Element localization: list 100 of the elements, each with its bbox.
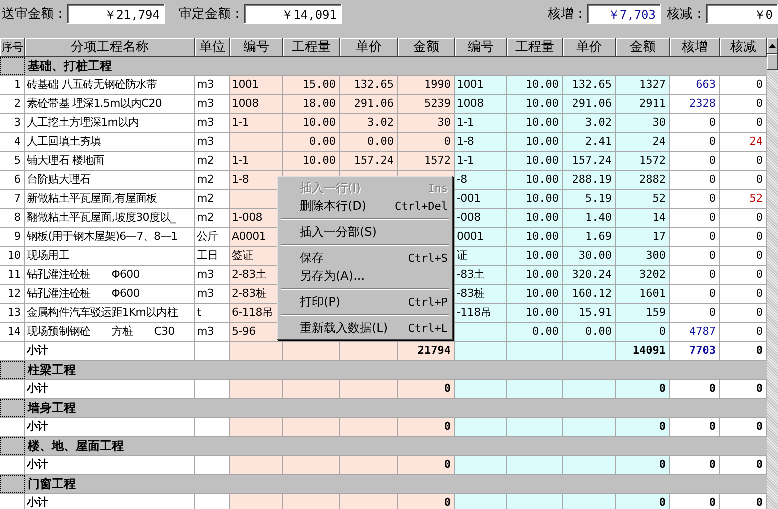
table-cell: 10.00 [507,95,563,114]
table-cell: 翻做粘土平瓦屋面,坡度30度以_ [25,209,195,228]
menu-item[interactable]: 保存 Ctrl+S [280,249,450,267]
table-cell: 0 [720,494,767,509]
row-header[interactable] [0,361,25,379]
table-cell: 1 [0,76,25,95]
table-cell: 13 [0,304,25,323]
table-cell: m3 [195,285,230,304]
table-cell: 小计 [25,380,195,399]
menu-item[interactable]: 插入一分部(S) [280,223,450,241]
table-cell: 21794 [398,342,455,361]
column-header[interactable]: 序号 [0,38,25,57]
table-cell: 0 [720,76,767,95]
table-cell: 0 [720,228,767,247]
table-cell: 钻孔灌注砼桩 Φ600 [25,285,195,304]
row-header[interactable] [0,475,25,493]
table-cell: 0 [720,171,767,190]
table-cell: 0.00 [563,323,616,342]
table-cell: 0 [720,380,767,399]
summary-label: 核增： [548,6,587,24]
table-cell: 0 [670,494,720,509]
table-cell: 157.24 [563,152,616,171]
table-cell: 0 [720,456,767,475]
table-cell: 10.00 [507,152,563,171]
column-header[interactable]: 单价 [563,38,616,57]
table-cell: 15.91 [563,304,616,323]
column-header[interactable]: 单价 [340,38,398,57]
row-header[interactable] [0,57,25,75]
table-cell: 1-1 [230,114,283,133]
table-cell: 0.00 [507,323,563,342]
table-cell: 台阶贴大理石 [25,171,195,190]
column-header[interactable]: 编号 [230,38,283,57]
table-cell: 320.24 [563,266,616,285]
table-cell: 30.00 [563,247,616,266]
table-cell: 0 [720,152,767,171]
scroll-thumb[interactable] [767,54,778,70]
table-cell: 10.00 [283,114,340,133]
table-cell [230,133,283,152]
column-header[interactable]: 金额 [398,38,455,57]
row-header[interactable] [0,399,25,417]
table-cell: 小计 [25,342,195,361]
table-cell: 10.00 [507,304,563,323]
table-cell: m3 [195,323,230,342]
menu-item[interactable]: 重新载入数据(L) Ctrl+L [280,319,450,337]
table-cell: 14091 [616,342,670,361]
table-cell: 0 [398,456,455,475]
column-header[interactable]: 金额 [616,38,670,57]
table-cell: 0 [398,418,455,437]
table-cell: 砖基础 八五砖无钢砼防水带 [25,76,195,95]
table-cell: 3 [0,114,25,133]
table-cell: 10.00 [507,266,563,285]
table-cell: -118吊 [455,304,507,323]
table-cell: m2 [195,171,230,190]
column-header[interactable]: 核减 [720,38,767,57]
column-header[interactable]: 核增 [670,38,720,57]
summary-field: ￥21,794 [67,4,165,24]
summary-label: 核减： [667,6,706,24]
menu-item[interactable]: 另存为(A)... [280,267,450,285]
table-cell: 157.24 [340,152,398,171]
column-header[interactable]: 单位 [195,38,230,57]
table-cell: 132.65 [340,76,398,95]
table-cell: 0 [670,285,720,304]
table-cell: 0 [398,380,455,399]
table-cell: 7 [0,190,25,209]
table-cell: 1-1 [455,152,507,171]
table-cell: 现场预制钢砼 方桩 C30 [25,323,195,342]
table-cell: 1.40 [563,209,616,228]
table-cell: 10.00 [283,152,340,171]
table-cell: m3 [195,133,230,152]
summary-label: 送审金额： [2,6,67,24]
table-cell: 5 [0,152,25,171]
row-header[interactable] [0,437,25,455]
scrollbar[interactable] [767,38,778,509]
table-cell: 0 [616,323,670,342]
table-cell: 663 [670,76,720,95]
table-cell: 30 [616,114,670,133]
table-cell: 0 [670,266,720,285]
table-cell: 0 [720,304,767,323]
table-cell: 现场用工 [25,247,195,266]
table-cell: 0 [670,152,720,171]
table-cell: 2911 [616,95,670,114]
table-cell: -8 [455,171,507,190]
table-cell: 10.00 [507,190,563,209]
column-header[interactable]: 工程量 [507,38,563,57]
table-cell: 0 [720,209,767,228]
section-title: 楼、地、屋面工程 [26,438,124,455]
menu-item[interactable]: 打印(P) Ctrl+P [280,293,450,311]
table-cell: 0 [616,380,670,399]
section-title: 柱梁工程 [26,362,76,379]
table-cell: 1990 [398,76,455,95]
column-header[interactable]: 工程量 [283,38,340,57]
column-header[interactable]: 编号 [455,38,507,57]
menu-item[interactable]: 删除本行(D) Ctrl+Del [280,197,450,215]
table-cell: 1008 [230,95,283,114]
column-header[interactable]: 分项工程名称 [25,38,195,57]
table-cell: 0 [616,418,670,437]
up-arrow-icon [769,44,776,48]
scroll-up-button[interactable] [767,38,778,54]
table-cell: 0 [398,494,455,509]
table-cell: 金属构件汽车驳运距1Km以内柱 [25,304,195,323]
